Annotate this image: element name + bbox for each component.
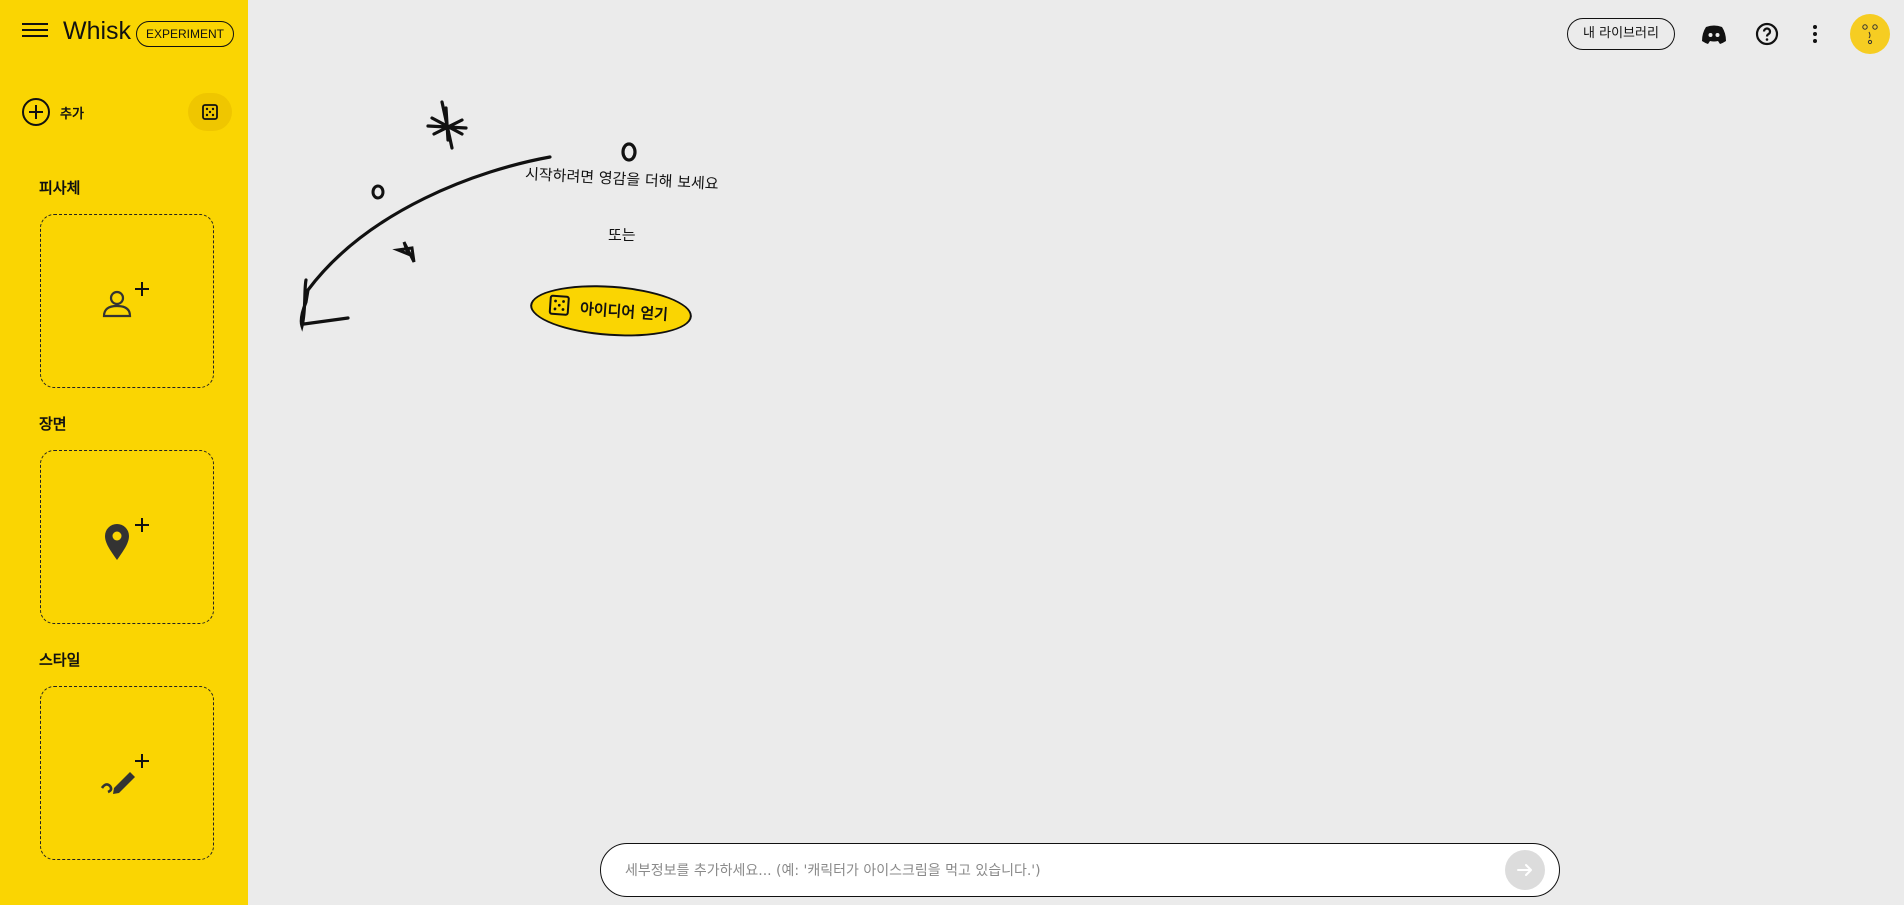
or-text: 또는 bbox=[608, 226, 636, 244]
scene-dropzone[interactable] bbox=[40, 450, 214, 624]
arrow-right-icon bbox=[1517, 864, 1532, 876]
prompt-input[interactable] bbox=[623, 858, 1487, 884]
dice-icon bbox=[548, 294, 570, 316]
prompt-bar bbox=[600, 843, 1560, 897]
avatar[interactable] bbox=[1850, 14, 1890, 54]
plus-circle-icon bbox=[22, 98, 50, 126]
send-button[interactable] bbox=[1505, 850, 1545, 890]
person-add-icon bbox=[102, 282, 149, 318]
app-title: Whisk bbox=[63, 17, 132, 45]
subject-title: 피사체 bbox=[39, 179, 81, 197]
style-dropzone[interactable] bbox=[40, 686, 214, 860]
dice-icon bbox=[202, 104, 218, 120]
sidebar: Whisk EXPERIMENT 추가 피사체 장면 스타일 bbox=[0, 0, 248, 905]
more-vert-icon[interactable] bbox=[1800, 20, 1830, 48]
style-title: 스타일 bbox=[39, 651, 81, 669]
subject-dropzone[interactable] bbox=[40, 214, 214, 388]
add-label: 추가 bbox=[60, 106, 84, 122]
scene-title: 장면 bbox=[39, 415, 67, 433]
location-add-icon bbox=[105, 518, 149, 560]
brush-add-icon bbox=[100, 754, 149, 794]
discord-icon[interactable] bbox=[1699, 20, 1729, 48]
random-dice-button[interactable] bbox=[188, 93, 232, 131]
my-library-button[interactable]: 내 라이브러리 bbox=[1567, 18, 1675, 50]
experiment-badge: EXPERIMENT bbox=[136, 21, 235, 47]
menu-button[interactable] bbox=[22, 20, 48, 42]
add-button[interactable]: 추가 bbox=[22, 98, 84, 126]
help-icon[interactable] bbox=[1752, 20, 1782, 48]
